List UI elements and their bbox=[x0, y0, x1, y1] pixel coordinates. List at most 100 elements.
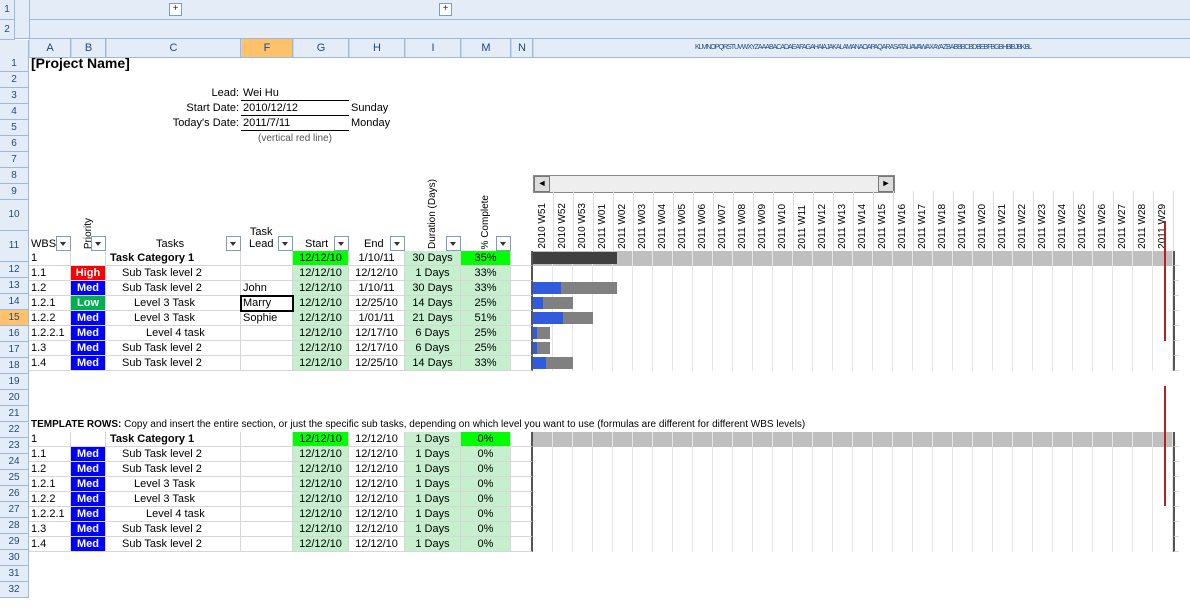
duration-cell[interactable]: 14 Days bbox=[405, 356, 461, 371]
rowhdr-1[interactable]: 1 bbox=[0, 56, 29, 72]
pct-cell[interactable]: 35% bbox=[461, 251, 511, 266]
rowhdr-2[interactable]: 2 bbox=[0, 72, 29, 88]
end-cell[interactable]: 12/12/10 bbox=[349, 522, 405, 537]
rowhdr-7[interactable]: 7 bbox=[0, 152, 29, 168]
end-cell[interactable]: 12/25/10 bbox=[349, 356, 405, 371]
rowhdr-12[interactable]: 12 bbox=[0, 262, 29, 278]
rowhdr-6[interactable]: 6 bbox=[0, 136, 29, 152]
wbs-cell[interactable]: 1.3 bbox=[29, 341, 71, 356]
scroll-right-icon[interactable]: ► bbox=[878, 176, 894, 192]
filter-duration[interactable] bbox=[446, 236, 461, 251]
rowhdr-26[interactable]: 26 bbox=[0, 486, 29, 502]
colhdr-G[interactable]: G bbox=[293, 39, 349, 57]
rowhdr-17[interactable]: 17 bbox=[0, 342, 29, 358]
rowhdr-13[interactable]: 13 bbox=[0, 278, 29, 294]
duration-cell[interactable]: 6 Days bbox=[405, 326, 461, 341]
start-cell[interactable]: 12/12/10 bbox=[293, 522, 349, 537]
duration-cell[interactable]: 1 Days bbox=[405, 507, 461, 522]
priority-cell[interactable]: Med bbox=[71, 507, 106, 522]
task-name-cell[interactable]: Level 3 Task bbox=[106, 492, 241, 507]
filter-wbs[interactable] bbox=[56, 236, 71, 251]
wbs-cell[interactable]: 1.2.1 bbox=[29, 296, 71, 311]
rowhdr-29[interactable]: 29 bbox=[0, 534, 29, 550]
lead-value[interactable]: Wei Hu bbox=[241, 86, 349, 101]
tasklead-cell[interactable] bbox=[241, 462, 293, 477]
task-name-cell[interactable]: Sub Task level 2 bbox=[106, 537, 241, 552]
wbs-cell[interactable]: 1.1 bbox=[29, 447, 71, 462]
outline-expand-2[interactable]: + bbox=[439, 3, 452, 16]
rowhdr-10[interactable]: 10 bbox=[0, 200, 29, 231]
colhdr-N[interactable]: N bbox=[511, 39, 533, 57]
task-name-cell[interactable]: Sub Task level 2 bbox=[106, 522, 241, 537]
pct-cell[interactable]: 0% bbox=[461, 447, 511, 462]
start-cell[interactable]: 12/12/10 bbox=[293, 326, 349, 341]
filter-start[interactable] bbox=[334, 236, 349, 251]
end-cell[interactable]: 12/12/10 bbox=[349, 507, 405, 522]
rowhdr-4[interactable]: 4 bbox=[0, 104, 29, 120]
filter-tasks[interactable] bbox=[226, 236, 241, 251]
start-cell[interactable]: 12/12/10 bbox=[293, 477, 349, 492]
rowhdr-11[interactable]: 11 bbox=[0, 231, 29, 262]
tasklead-cell[interactable] bbox=[241, 447, 293, 462]
end-cell[interactable]: 12/12/10 bbox=[349, 537, 405, 552]
wbs-cell[interactable]: 1.2.2 bbox=[29, 311, 71, 326]
priority-cell[interactable]: High bbox=[71, 266, 106, 281]
colhdr-F[interactable]: F bbox=[241, 39, 293, 57]
start-cell[interactable]: 12/12/10 bbox=[293, 432, 349, 447]
tasklead-cell[interactable] bbox=[241, 326, 293, 341]
task-name-cell[interactable]: Sub Task level 2 bbox=[106, 281, 241, 296]
pct-cell[interactable]: 25% bbox=[461, 341, 511, 356]
pct-cell[interactable]: 0% bbox=[461, 462, 511, 477]
rowhdr-23[interactable]: 23 bbox=[0, 438, 29, 454]
pct-cell[interactable]: 33% bbox=[461, 266, 511, 281]
rowhdr-15[interactable]: 15 bbox=[0, 310, 29, 326]
duration-cell[interactable]: 30 Days bbox=[405, 281, 461, 296]
duration-cell[interactable]: 21 Days bbox=[405, 311, 461, 326]
priority-cell[interactable]: Med bbox=[71, 492, 106, 507]
rowhdr-18[interactable]: 18 bbox=[0, 358, 29, 374]
rowhdr-3[interactable]: 3 bbox=[0, 88, 29, 104]
filter-end[interactable] bbox=[390, 236, 405, 251]
task-name-cell[interactable]: Sub Task level 2 bbox=[106, 356, 241, 371]
priority-cell[interactable]: Med bbox=[71, 326, 106, 341]
colhdr-rest[interactable]: KLMNOPQRSTUVWXYZAAABACADAEAFAGAHAIAJAKAL… bbox=[533, 39, 1190, 57]
rowhdr-9[interactable]: 9 bbox=[0, 184, 29, 200]
task-name-cell[interactable]: Level 4 task bbox=[106, 507, 241, 522]
priority-cell[interactable]: Med bbox=[71, 462, 106, 477]
pct-cell[interactable]: 25% bbox=[461, 326, 511, 341]
tasklead-cell[interactable] bbox=[241, 522, 293, 537]
start-cell[interactable]: 12/12/10 bbox=[293, 462, 349, 477]
wbs-cell[interactable]: 1.3 bbox=[29, 522, 71, 537]
duration-cell[interactable]: 1 Days bbox=[405, 462, 461, 477]
wbs-cell[interactable]: 1.2.2 bbox=[29, 492, 71, 507]
start-cell[interactable]: 12/12/10 bbox=[293, 507, 349, 522]
wbs-cell[interactable]: 1.2 bbox=[29, 462, 71, 477]
start-cell[interactable]: 12/12/10 bbox=[293, 296, 349, 311]
rowhdr-22[interactable]: 22 bbox=[0, 422, 29, 438]
pct-cell[interactable]: 0% bbox=[461, 432, 511, 447]
duration-cell[interactable]: 30 Days bbox=[405, 251, 461, 266]
end-cell[interactable]: 1/01/11 bbox=[349, 311, 405, 326]
rowhdr-19[interactable]: 19 bbox=[0, 374, 29, 390]
wbs-cell[interactable]: 1.4 bbox=[29, 537, 71, 552]
rowhdr-31[interactable]: 31 bbox=[0, 566, 29, 582]
priority-cell[interactable]: Med bbox=[71, 281, 106, 296]
start-value[interactable]: 2010/12/12 bbox=[241, 101, 349, 116]
end-cell[interactable]: 1/10/11 bbox=[349, 251, 405, 266]
start-cell[interactable]: 12/12/10 bbox=[293, 251, 349, 266]
end-cell[interactable]: 12/17/10 bbox=[349, 326, 405, 341]
rowhdr-25[interactable]: 25 bbox=[0, 470, 29, 486]
rowhdr-14[interactable]: 14 bbox=[0, 294, 29, 310]
rowhdr-32[interactable]: 32 bbox=[0, 582, 29, 598]
duration-cell[interactable]: 1 Days bbox=[405, 522, 461, 537]
pct-cell[interactable]: 0% bbox=[461, 522, 511, 537]
pct-cell[interactable]: 33% bbox=[461, 281, 511, 296]
end-cell[interactable]: 12/12/10 bbox=[349, 447, 405, 462]
filter-tasklead[interactable] bbox=[278, 236, 293, 251]
task-name-cell[interactable]: Task Category 1 bbox=[106, 251, 241, 266]
end-cell[interactable]: 12/25/10 bbox=[349, 296, 405, 311]
rowhdr-5[interactable]: 5 bbox=[0, 120, 29, 136]
tasklead-cell[interactable]: Marry bbox=[241, 296, 293, 311]
duration-cell[interactable]: 1 Days bbox=[405, 537, 461, 552]
rowhdr-16[interactable]: 16 bbox=[0, 326, 29, 342]
